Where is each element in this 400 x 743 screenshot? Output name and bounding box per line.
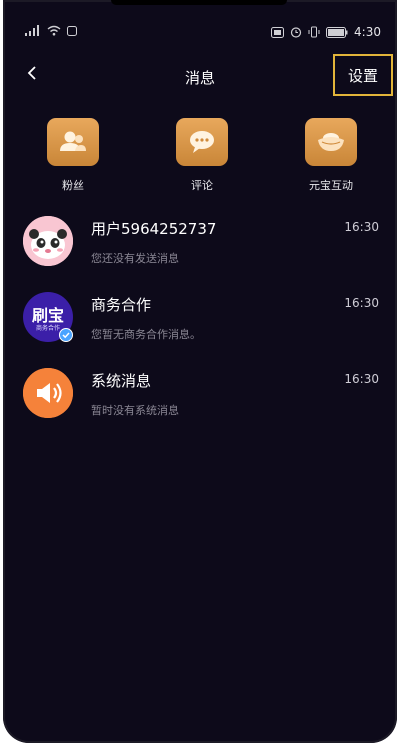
battery-icon <box>326 26 348 38</box>
comments-button[interactable]: 评论 <box>157 118 247 193</box>
comment-icon <box>176 118 228 166</box>
phone-screen: 4:30 消息 设置 粉丝 评论 元宝互动 用户5964252737 您还没有发… <box>3 0 397 743</box>
comments-label: 评论 <box>191 179 213 192</box>
fans-icon <box>47 118 99 166</box>
message-item-user[interactable]: 用户5964252737 您还没有发送消息 16:30 <box>3 210 397 286</box>
ingot-icon <box>305 118 357 166</box>
message-preview: 您还没有发送消息 <box>91 252 179 265</box>
message-item-system[interactable]: 系统消息 暂时没有系统消息 16:30 <box>3 362 397 438</box>
message-sender-name: 系统消息 <box>91 372 152 390</box>
wifi-icon <box>47 25 61 36</box>
status-time: 4:30 <box>354 25 381 39</box>
quick-actions: 粉丝 评论 元宝互动 <box>3 118 397 198</box>
message-preview: 您暂无商务合作消息。 <box>91 328 201 341</box>
message-time: 16:30 <box>344 372 379 386</box>
message-sender-name: 用户5964252737 <box>91 220 217 238</box>
fans-label: 粉丝 <box>62 179 84 192</box>
fans-button[interactable]: 粉丝 <box>28 118 118 193</box>
camera-notch <box>111 0 287 5</box>
speaker-avatar <box>23 368 73 418</box>
alarm-icon <box>290 26 302 38</box>
top-nav-bar: 消息 设置 <box>3 54 397 100</box>
verified-badge-icon <box>59 327 73 346</box>
ingot-interact-button[interactable]: 元宝互动 <box>286 118 376 193</box>
nfc-icon <box>271 26 285 38</box>
vibrate-icon <box>308 26 320 38</box>
message-list: 用户5964252737 您还没有发送消息 16:30 刷宝 商务合作 商务合作… <box>3 210 397 438</box>
message-item-business[interactable]: 刷宝 商务合作 商务合作 您暂无商务合作消息。 16:30 <box>3 286 397 362</box>
ingot-interact-label: 元宝互动 <box>309 179 353 192</box>
message-sender-name: 商务合作 <box>91 296 152 314</box>
message-time: 16:30 <box>344 220 379 234</box>
message-preview: 暂时没有系统消息 <box>91 404 179 417</box>
status-bar: 4:30 <box>3 22 397 44</box>
message-time: 16:30 <box>344 296 379 310</box>
signal-icon <box>25 25 41 36</box>
panda-avatar <box>23 216 73 266</box>
settings-button[interactable]: 设置 <box>333 54 393 96</box>
notification-icon <box>67 25 77 36</box>
